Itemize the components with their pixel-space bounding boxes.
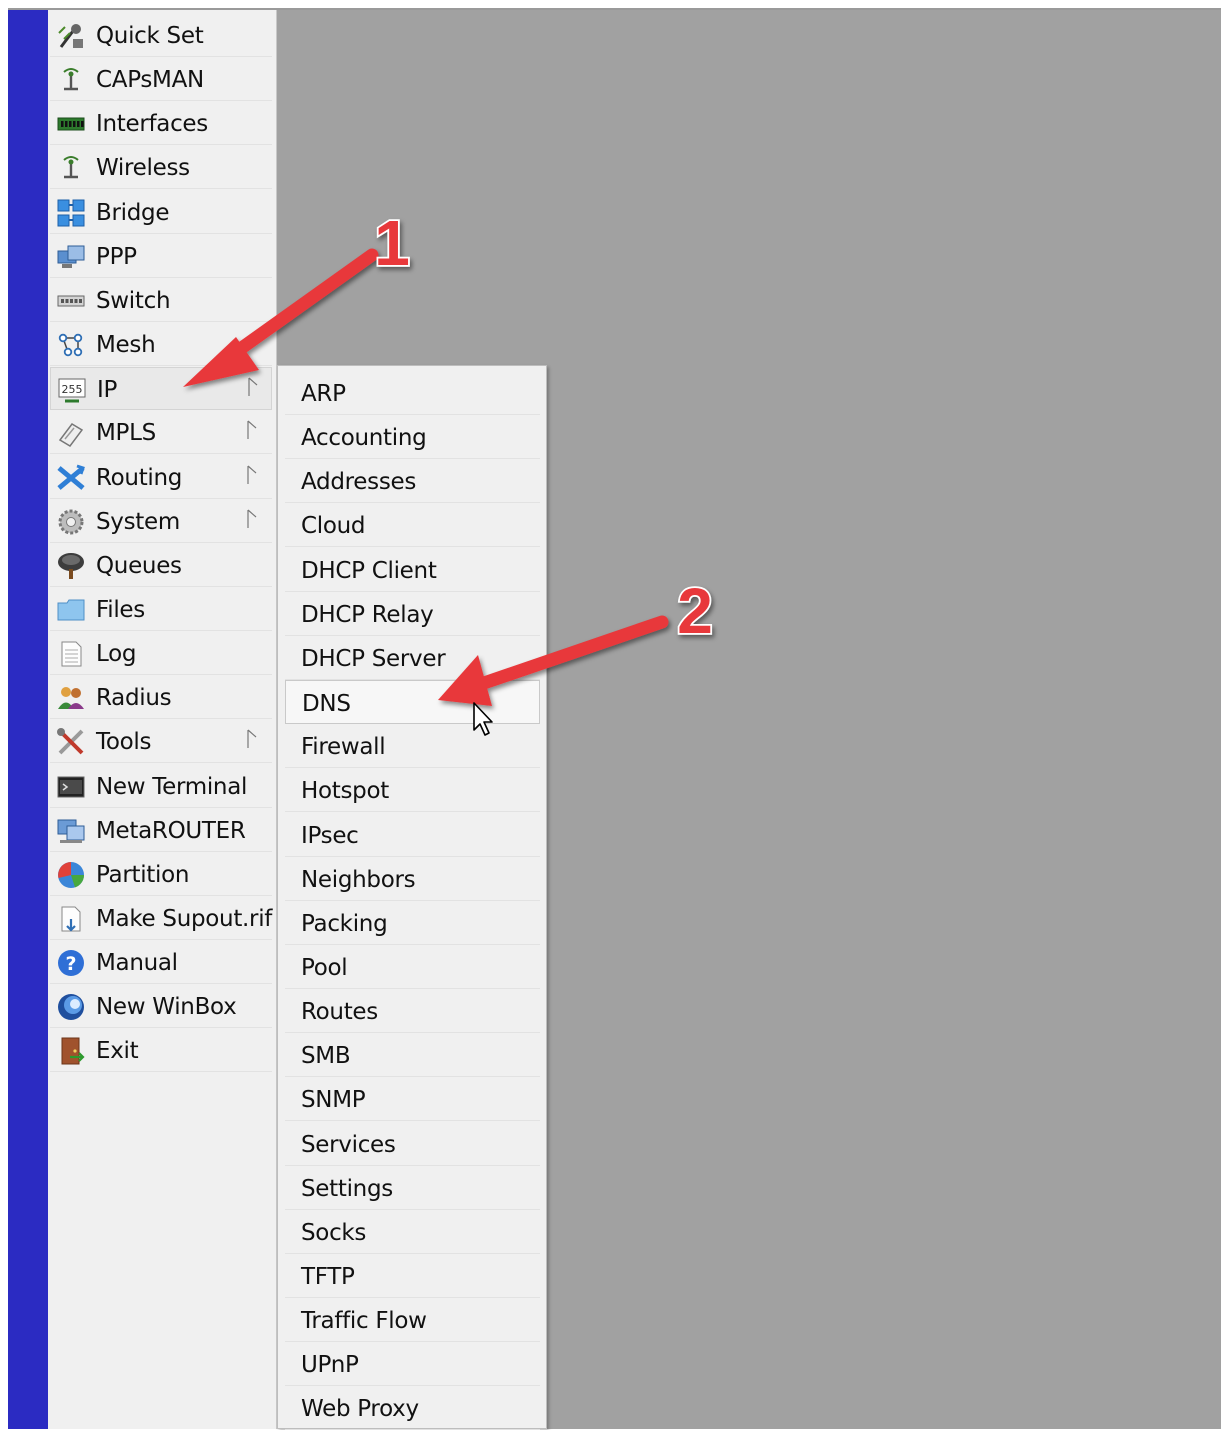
step-1-label: 1	[374, 207, 410, 279]
step-2-label: 2	[677, 575, 713, 647]
winbox-window: Quick Set CAPsMAN Interfaces Wireless Br…	[0, 0, 1221, 1430]
arrow-1-annotation	[183, 248, 379, 387]
arrow-2-annotation	[438, 615, 669, 706]
annotation-overlay: 1 2	[183, 205, 715, 736]
mouse-cursor-icon	[473, 702, 493, 736]
